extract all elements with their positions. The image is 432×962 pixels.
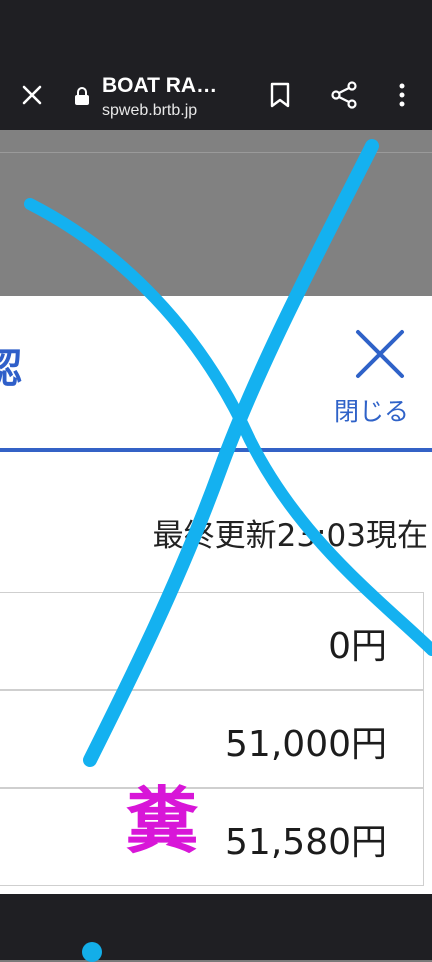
nav-indicator-dot: [82, 942, 102, 962]
divider: [0, 152, 432, 153]
lock-icon: [75, 87, 89, 105]
last-updated-text: 最終更新23:03現在: [152, 518, 428, 554]
table-row: 0円: [0, 592, 424, 690]
amount-value: 51,580円: [225, 822, 387, 863]
header-divider: [0, 448, 432, 452]
stamp-annotation: 糞: [126, 779, 199, 863]
table-row: 51,000円: [0, 690, 424, 788]
close-tab-button[interactable]: [8, 60, 56, 130]
page-title: BOAT RA…: [102, 74, 218, 97]
dimmed-page-backdrop[interactable]: [0, 130, 432, 296]
modal-close-button[interactable]: 閉じる: [334, 392, 409, 428]
table-row: 51,580円: [0, 788, 424, 886]
url-host: spweb.brtb.jp: [102, 102, 198, 119]
amount-table: 0円 51,000円 51,580円: [0, 592, 428, 892]
url-bar[interactable]: BOAT RA… spweb.brtb.jp: [74, 70, 244, 120]
share-button[interactable]: [320, 60, 368, 130]
modal-close-icon[interactable]: [352, 326, 408, 382]
amount-value: 0円: [328, 626, 387, 667]
browser-toolbar: BOAT RA… spweb.brtb.jp: [0, 60, 432, 130]
modal-title-fragment: 認: [0, 346, 22, 392]
amount-value: 51,000円: [225, 724, 387, 765]
more-options-button[interactable]: [378, 60, 426, 130]
bottom-navigation-bar: [0, 894, 432, 962]
bookmark-icon: [270, 82, 290, 108]
bookmark-button[interactable]: [256, 60, 304, 130]
more-vert-icon: [399, 83, 405, 107]
modal-sheet: 認 閉じる 最終更新23:03現在 0円 51,000円 51,580円: [0, 296, 432, 894]
share-icon: [331, 81, 357, 109]
close-icon: [22, 85, 42, 105]
status-bar: [0, 0, 432, 60]
